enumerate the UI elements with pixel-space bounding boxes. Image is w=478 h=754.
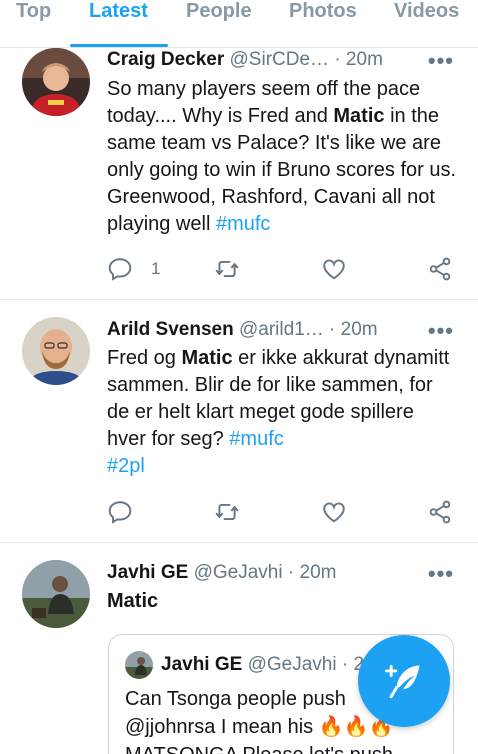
tab-photos[interactable]: Photos [289,0,357,24]
retweet-icon [215,260,239,278]
share-icon [429,257,451,281]
heart-icon [323,502,345,523]
tweet-time: · 20m [329,319,378,340]
tweet-text-bold: Matic [107,590,159,612]
avatar[interactable] [22,317,90,385]
hashtag-link[interactable]: #2pl [107,455,145,477]
tweet-time: · 20m [287,562,337,583]
more-dots-icon[interactable]: ••• [428,563,454,585]
retweet-button[interactable] [214,256,240,282]
tweet[interactable]: Craig Decker @SirCDe… · 20m ••• So many … [0,48,478,300]
tweet-text: Matic [107,588,457,615]
tweet-header: Arild Svensen @arild1… · 20m [107,318,462,342]
share-icon [429,500,451,524]
hashtag-link[interactable]: #mufc [216,213,270,235]
tweet-text-bold: Matic [181,347,233,369]
tab-videos[interactable]: Videos [394,0,459,24]
tweet-actions: 1 [107,256,457,282]
compose-tweet-button[interactable] [358,635,450,727]
author-name[interactable]: Arild Svensen [107,319,234,340]
quoted-author-name: Javhi GE [161,654,243,675]
search-tabs: Top Latest People Photos Videos [0,0,478,48]
quoted-author-handle: @GeJavhi [247,654,337,675]
quoted-line-text: @jjohnrsa I mean his [125,716,319,738]
tweet-text: So many players seem off the pace today.… [107,76,457,238]
tweet-header: Craig Decker @SirCDe… · 20m [107,48,462,72]
reply-count: 1 [151,259,161,278]
retweet-icon [215,503,239,521]
more-dots-icon[interactable]: ••• [428,50,454,72]
avatar-outdoor-icon [22,560,90,628]
tweet[interactable]: Arild Svensen @arild1… · 20m ••• Fred og… [0,300,478,542]
reply-icon [108,258,132,281]
share-button[interactable] [427,256,453,282]
tweet-text-part: Fred og [107,347,182,369]
like-button[interactable] [321,256,347,282]
active-tab-indicator [70,44,168,47]
author-handle[interactable]: @arild1… [239,319,324,340]
retweet-button[interactable] [214,499,240,525]
tab-people[interactable]: People [186,0,252,24]
heart-icon [323,259,345,280]
tweet-actions [107,499,457,525]
reply-button[interactable] [107,499,151,525]
tweet-time: · 20m [334,49,383,70]
author-handle[interactable]: @SirCDe… [230,49,330,70]
like-button[interactable] [321,499,347,525]
compose-tweet-icon [385,664,420,699]
tweet-text: Fred og Matic er ikke akkurat dynamitt s… [107,345,457,480]
quoted-avatar [125,651,153,679]
tweet-text-bold: Matic [333,105,385,127]
reply-icon [108,501,132,524]
tweet-header: Javhi GE @GeJavhi · 20m [107,561,462,585]
avatar[interactable] [22,560,90,628]
author-name[interactable]: Craig Decker [107,49,224,70]
avatar-bald-man-icon [22,317,90,385]
tab-top[interactable]: Top [16,0,51,24]
share-button[interactable] [427,499,453,525]
avatar-red-shirt-icon [22,48,90,116]
author-handle[interactable]: @GeJavhi [194,562,283,583]
hashtag-link[interactable]: #mufc [229,428,283,450]
quoted-line: MATSONGA Please let's push [125,741,445,754]
reply-button[interactable]: 1 [107,256,160,282]
author-name[interactable]: Javhi GE [107,562,188,583]
quoted-header: Javhi GE @GeJavhi · 2 [161,653,364,677]
avatar[interactable] [22,48,90,116]
tab-latest[interactable]: Latest [89,0,148,24]
more-dots-icon[interactable]: ••• [428,320,454,342]
avatar-outdoor-icon [125,651,153,679]
